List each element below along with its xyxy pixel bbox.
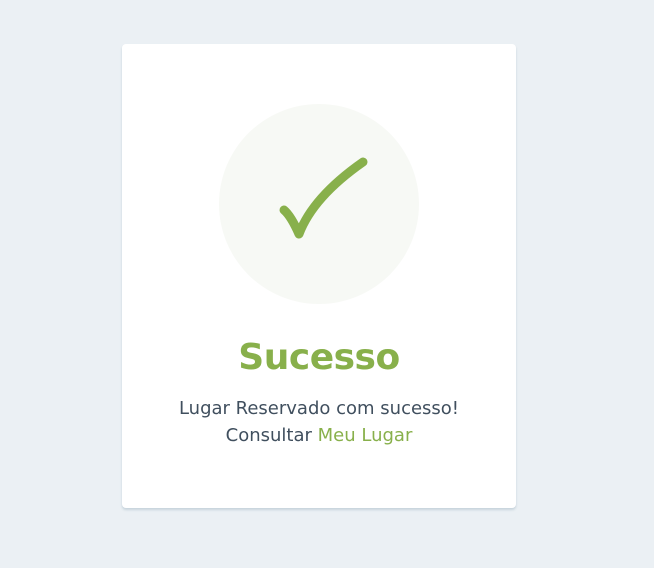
checkmark-icon — [279, 157, 368, 239]
meu-lugar-link[interactable]: Meu Lugar — [318, 425, 413, 446]
success-message: Lugar Reservado com sucesso! Consultar M… — [122, 395, 516, 449]
checkmark-circle — [219, 104, 419, 304]
success-title: Sucesso — [238, 337, 400, 378]
success-card: Sucesso Lugar Reservado com sucesso! Con… — [122, 44, 516, 508]
message-line-1: Lugar Reservado com sucesso! — [178, 398, 460, 419]
message-prefix: Consultar — [225, 425, 312, 446]
